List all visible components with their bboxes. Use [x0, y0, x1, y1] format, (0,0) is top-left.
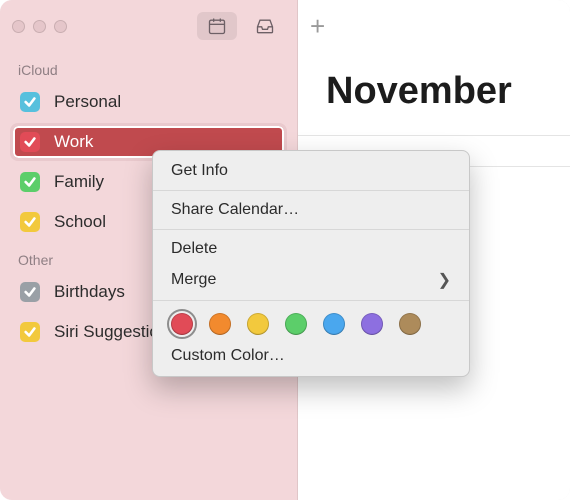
checkbox-icon[interactable]: [20, 92, 40, 112]
titlebar: [0, 0, 297, 52]
menu-item-merge[interactable]: Merge ❯: [153, 264, 469, 296]
calendar-icon: [207, 16, 227, 36]
color-swatch[interactable]: [399, 313, 421, 335]
checkbox-icon[interactable]: [20, 132, 40, 152]
color-swatch[interactable]: [171, 313, 193, 335]
menu-item-get-info[interactable]: Get Info: [153, 156, 469, 186]
color-swatch[interactable]: [323, 313, 345, 335]
menu-label: Merge: [171, 271, 216, 289]
menu-label: Custom Color…: [171, 347, 285, 365]
calendar-label: School: [54, 212, 106, 232]
add-event-button[interactable]: +: [310, 11, 325, 42]
color-swatch-row: [153, 305, 469, 341]
menu-item-share[interactable]: Share Calendar…: [153, 195, 469, 225]
inbox-button[interactable]: [245, 12, 285, 40]
color-swatch[interactable]: [285, 313, 307, 335]
zoom-icon[interactable]: [54, 20, 67, 33]
menu-separator: [153, 300, 469, 301]
minimize-icon[interactable]: [33, 20, 46, 33]
calendar-label: Personal: [54, 92, 121, 112]
calendar-label: Work: [54, 132, 93, 152]
close-icon[interactable]: [12, 20, 25, 33]
context-menu: Get Info Share Calendar… Delete Merge ❯ …: [152, 150, 470, 377]
checkbox-icon[interactable]: [20, 172, 40, 192]
sidebar-section-icloud: iCloud: [0, 52, 297, 82]
menu-item-custom-color[interactable]: Custom Color…: [153, 341, 469, 371]
menu-item-delete[interactable]: Delete: [153, 234, 469, 264]
menu-label: Share Calendar…: [171, 201, 299, 219]
app-window: iCloud Personal Work Family School Other: [0, 0, 570, 500]
calendar-view-button[interactable]: [197, 12, 237, 40]
calendar-label: Family: [54, 172, 104, 192]
checkbox-icon[interactable]: [20, 282, 40, 302]
menu-separator: [153, 229, 469, 230]
month-title: November: [298, 52, 570, 135]
calendar-item-personal[interactable]: Personal: [10, 83, 287, 121]
color-swatch[interactable]: [361, 313, 383, 335]
inbox-icon: [255, 16, 275, 36]
main-toolbar: +: [298, 0, 570, 52]
chevron-right-icon: ❯: [438, 270, 451, 290]
color-swatch[interactable]: [247, 313, 269, 335]
color-swatch[interactable]: [209, 313, 231, 335]
menu-label: Get Info: [171, 162, 228, 180]
calendar-label: Birthdays: [54, 282, 125, 302]
checkbox-icon[interactable]: [20, 212, 40, 232]
checkbox-icon[interactable]: [20, 322, 40, 342]
menu-label: Delete: [171, 240, 217, 258]
menu-separator: [153, 190, 469, 191]
window-controls[interactable]: [12, 20, 67, 33]
